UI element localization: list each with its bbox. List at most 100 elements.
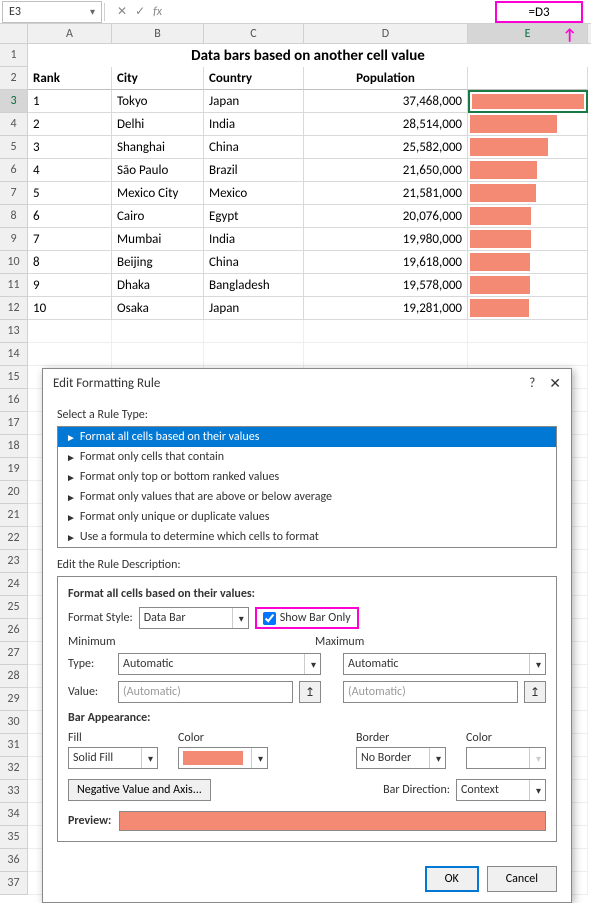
cell-country[interactable]: Japan xyxy=(204,297,304,320)
min-value-input[interactable]: (Automatic) xyxy=(118,681,293,703)
cell-pop[interactable]: 20,076,000 xyxy=(304,205,468,228)
row-head-6[interactable]: 6 xyxy=(0,159,28,182)
cell-city[interactable]: Mumbai xyxy=(112,228,204,251)
cell-country[interactable]: Bangladesh xyxy=(204,274,304,297)
cell-country[interactable]: China xyxy=(204,136,304,159)
rule-item-2[interactable]: ►Format only top or bottom ranked values xyxy=(58,467,556,487)
cell-country[interactable]: Egypt xyxy=(204,205,304,228)
help-icon[interactable]: ? xyxy=(529,376,535,391)
header-pop[interactable]: Population xyxy=(304,67,468,90)
cell-city[interactable]: Osaka xyxy=(112,297,204,320)
cell-rank[interactable]: 4 xyxy=(28,159,112,182)
cell-country[interactable]: Mexico xyxy=(204,182,304,205)
rule-item-3[interactable]: ►Format only values that are above or be… xyxy=(58,487,556,507)
fill-color-combo[interactable]: ▾ xyxy=(178,747,268,769)
ref-button[interactable]: ↥ xyxy=(524,681,546,703)
row-head-35[interactable]: 35 xyxy=(0,826,28,849)
empty-cell[interactable] xyxy=(468,320,588,343)
row-head-32[interactable]: 32 xyxy=(0,757,28,780)
max-type-combo[interactable]: Automatic▾ xyxy=(343,653,546,675)
row-head-31[interactable]: 31 xyxy=(0,734,28,757)
header-city[interactable]: City xyxy=(112,67,204,90)
row-head-9[interactable]: 9 xyxy=(0,228,28,251)
rule-item-5[interactable]: ►Use a formula to determine which cells … xyxy=(58,527,556,547)
row-head-3[interactable]: 3 xyxy=(0,90,28,113)
cell-bar[interactable] xyxy=(468,113,588,136)
row-head-5[interactable]: 5 xyxy=(0,136,28,159)
cell-bar[interactable] xyxy=(468,136,588,159)
cancel-icon[interactable]: ✕ xyxy=(117,4,127,19)
fx-icon[interactable]: fx xyxy=(153,5,162,19)
col-header-b[interactable]: B xyxy=(112,24,204,43)
header-e[interactable] xyxy=(468,67,588,90)
row-head-8[interactable]: 8 xyxy=(0,205,28,228)
row-head-17[interactable]: 17 xyxy=(0,412,28,435)
row-head-13[interactable]: 13 xyxy=(0,320,28,343)
cell-country[interactable]: Japan xyxy=(204,90,304,113)
chevron-down-icon[interactable]: ▾ xyxy=(90,5,95,18)
col-header-d[interactable]: D xyxy=(304,24,468,43)
row-head-37[interactable]: 37 xyxy=(0,872,28,895)
format-style-combo[interactable]: Data Bar ▾ xyxy=(139,607,249,629)
cell-rank[interactable]: 8 xyxy=(28,251,112,274)
negative-value-button[interactable]: Negative Value and Axis... xyxy=(68,779,211,801)
cell-pop[interactable]: 28,514,000 xyxy=(304,113,468,136)
cell-country[interactable]: India xyxy=(204,228,304,251)
cell-country[interactable]: Brazil xyxy=(204,159,304,182)
row-head-34[interactable]: 34 xyxy=(0,803,28,826)
row-head-24[interactable]: 24 xyxy=(0,573,28,596)
fill-combo[interactable]: Solid Fill▾ xyxy=(68,747,158,769)
cell-bar[interactable] xyxy=(468,251,588,274)
row-head-15[interactable]: 15 xyxy=(0,366,28,389)
cell-country[interactable]: China xyxy=(204,251,304,274)
row-head-29[interactable]: 29 xyxy=(0,688,28,711)
row-head-1[interactable]: 1 xyxy=(0,44,28,67)
row-head-36[interactable]: 36 xyxy=(0,849,28,872)
row-head-23[interactable]: 23 xyxy=(0,550,28,573)
ok-button[interactable]: OK xyxy=(425,866,479,892)
cell-pop[interactable]: 19,980,000 xyxy=(304,228,468,251)
cell-bar[interactable] xyxy=(468,228,588,251)
name-box[interactable]: E3 ▾ xyxy=(2,1,102,23)
cell-city[interactable]: Dhaka xyxy=(112,274,204,297)
cell-pop[interactable]: 37,468,000 xyxy=(304,90,468,113)
cell-pop[interactable]: 25,582,000 xyxy=(304,136,468,159)
row-head-27[interactable]: 27 xyxy=(0,642,28,665)
row-head-7[interactable]: 7 xyxy=(0,182,28,205)
cell-rank[interactable]: 1 xyxy=(28,90,112,113)
rule-item-4[interactable]: ►Format only unique or duplicate values xyxy=(58,507,556,527)
row-head-4[interactable]: 4 xyxy=(0,113,28,136)
empty-cell[interactable] xyxy=(112,320,204,343)
empty-cell[interactable] xyxy=(204,343,304,366)
cell-city[interactable]: São Paulo xyxy=(112,159,204,182)
row-head-20[interactable]: 20 xyxy=(0,481,28,504)
cell-country[interactable]: India xyxy=(204,113,304,136)
col-header-a[interactable]: A xyxy=(28,24,112,43)
cell-pop[interactable]: 21,581,000 xyxy=(304,182,468,205)
border-combo[interactable]: No Border▾ xyxy=(356,747,446,769)
row-head-12[interactable]: 12 xyxy=(0,297,28,320)
cell-rank[interactable]: 3 xyxy=(28,136,112,159)
cell-bar[interactable] xyxy=(468,182,588,205)
row-head-2[interactable]: 2 xyxy=(0,67,28,90)
cell-rank[interactable]: 6 xyxy=(28,205,112,228)
cell-pop[interactable]: 19,618,000 xyxy=(304,251,468,274)
cell-city[interactable]: Shanghai xyxy=(112,136,204,159)
row-head-28[interactable]: 28 xyxy=(0,665,28,688)
max-value-input[interactable]: (Automatic) xyxy=(343,681,518,703)
cell-bar[interactable] xyxy=(468,297,588,320)
header-country[interactable]: Country xyxy=(204,67,304,90)
cell-city[interactable]: Tokyo xyxy=(112,90,204,113)
empty-cell[interactable] xyxy=(304,343,468,366)
cell-rank[interactable]: 10 xyxy=(28,297,112,320)
row-head-10[interactable]: 10 xyxy=(0,251,28,274)
row-head-26[interactable]: 26 xyxy=(0,619,28,642)
row-head-11[interactable]: 11 xyxy=(0,274,28,297)
col-header-c[interactable]: C xyxy=(204,24,304,43)
bar-direction-combo[interactable]: Context▾ xyxy=(456,779,546,801)
cell-city[interactable]: Mexico City xyxy=(112,182,204,205)
row-head-16[interactable]: 16 xyxy=(0,389,28,412)
cell-city[interactable]: Delhi xyxy=(112,113,204,136)
ref-button[interactable]: ↥ xyxy=(299,681,321,703)
empty-cell[interactable] xyxy=(112,343,204,366)
